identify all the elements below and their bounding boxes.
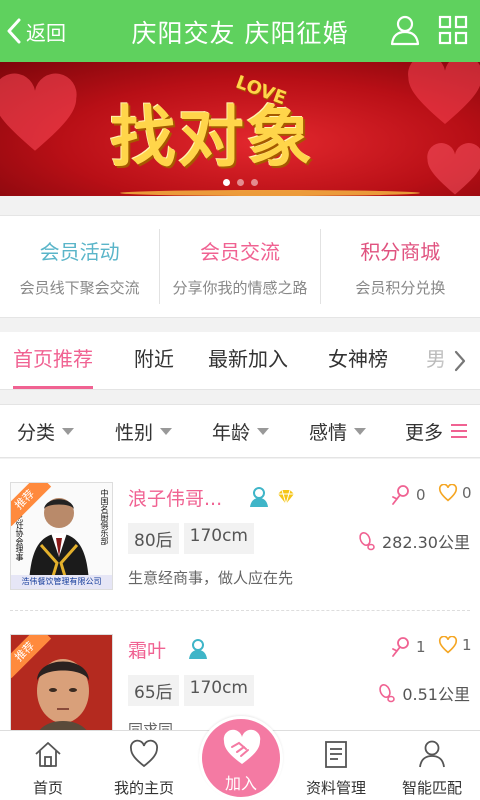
caret-down-icon <box>160 427 173 435</box>
person-icon <box>419 740 445 768</box>
footprint-icon <box>379 684 396 703</box>
heart-decoration-icon <box>0 73 77 151</box>
flower-count-value: 0 <box>416 486 426 504</box>
footprint-icon <box>359 532 375 551</box>
quick-link-subtitle: 会员积分兑换 <box>355 278 446 297</box>
filter-bar: 分类 性别 年龄 感情 更多 <box>0 404 480 458</box>
filter-age[interactable]: 年龄 <box>212 405 270 457</box>
caret-down-icon <box>62 427 75 435</box>
nav-label: 首页 <box>32 779 63 797</box>
filter-category[interactable]: 分类 <box>17 405 75 457</box>
height-tag: 170cm <box>183 523 254 554</box>
carousel-dot[interactable] <box>222 179 230 186</box>
caret-down-icon <box>354 427 367 435</box>
heart-icon <box>130 739 158 768</box>
menu-lines-icon <box>451 424 468 438</box>
caret-down-icon <box>257 427 270 435</box>
distance: 0.51公里 <box>378 681 470 705</box>
banner-swoosh <box>120 190 420 196</box>
member-card[interactable]: 推荐 霜叶 1 1 65后 170cm 0.51公里 同求同 <box>0 611 480 730</box>
height-tag: 170cm <box>183 675 254 706</box>
verified-user-icon <box>189 639 207 659</box>
banner-text: 找对象 <box>110 98 314 176</box>
filter-label: 更多 <box>405 421 444 444</box>
quick-links: 会员活动 会员线下聚会交流 会员交流 分享你我的情感之路 积分商城 会员积分兑换 <box>0 215 480 318</box>
filter-more[interactable]: 更多 <box>405 405 468 457</box>
member-tags: 65后 170cm <box>128 675 254 706</box>
filter-label: 分类 <box>17 421 56 444</box>
photo-caption: 浩伟餐饮管理有限公司 <box>21 577 102 586</box>
join-button[interactable]: 加入 <box>199 716 283 800</box>
flower-icon <box>392 485 409 505</box>
quick-link-activities[interactable]: 会员活动 会员线下聚会交流 <box>0 229 159 304</box>
member-list: 浩伟餐饮管理有限公司 中国名厨俱乐部 烹饪协会理事 推荐 浪子伟哥... 0 0 <box>0 459 480 730</box>
member-photo[interactable]: 推荐 <box>10 634 113 730</box>
quick-link-exchange[interactable]: 会员交流 分享你我的情感之路 <box>159 229 319 304</box>
tab-recommended[interactable]: 首页推荐 <box>13 332 93 389</box>
tab-goddess-ranking[interactable]: 女神榜 <box>328 332 388 389</box>
distance-value: 0.51公里 <box>402 685 470 704</box>
age-tag: 65后 <box>128 675 179 706</box>
nav-profile-management[interactable]: 资料管理 <box>288 731 384 800</box>
age-tag: 80后 <box>128 523 179 554</box>
flower-icon <box>392 637 409 657</box>
nav-label: 智能匹配 <box>401 779 462 797</box>
filter-relationship[interactable]: 感情 <box>309 405 367 457</box>
distance-value: 282.30公里 <box>382 533 470 552</box>
flower-count[interactable]: 0 <box>390 484 426 506</box>
heart-outline-icon <box>438 636 458 654</box>
nav-my-page[interactable]: 我的主页 <box>96 731 192 800</box>
member-name[interactable]: 霜叶 <box>128 636 166 663</box>
verified-user-icon <box>250 487 268 507</box>
photo-caption: 中国名厨俱乐部 <box>100 489 109 545</box>
nav-smart-match[interactable]: 智能匹配 <box>384 731 480 800</box>
like-count[interactable]: 1 <box>438 636 472 654</box>
member-photo[interactable]: 浩伟餐饮管理有限公司 中国名厨俱乐部 烹饪协会理事 推荐 <box>10 482 113 590</box>
tab-nearby[interactable]: 附近 <box>134 332 174 389</box>
member-name[interactable]: 浪子伟哥... <box>128 484 222 511</box>
heart-outline-icon <box>438 484 458 502</box>
top-bar: 返回 庆阳交友 庆阳征婚 <box>0 0 480 62</box>
carousel-dots <box>0 179 480 186</box>
home-icon <box>35 742 61 767</box>
member-card[interactable]: 浩伟餐饮管理有限公司 中国名厨俱乐部 烹饪协会理事 推荐 浪子伟哥... 0 0 <box>0 459 480 611</box>
tabs-scroll-button[interactable] <box>440 332 480 389</box>
flower-count-value: 1 <box>416 638 426 656</box>
quick-link-subtitle: 分享你我的情感之路 <box>172 278 308 297</box>
nav-label: 资料管理 <box>305 779 366 797</box>
handshake-heart-icon <box>223 729 261 764</box>
join-label: 加入 <box>224 774 257 793</box>
vip-diamond-icon <box>278 489 294 505</box>
filter-label: 性别 <box>115 421 154 444</box>
nav-home[interactable]: 首页 <box>0 731 96 800</box>
member-tags: 80后 170cm <box>128 523 254 554</box>
heart-decoration-icon <box>427 143 480 195</box>
filter-gender[interactable]: 性别 <box>115 405 173 457</box>
heart-decoration-icon <box>408 62 480 124</box>
promo-banner[interactable]: LOVE 找对象 <box>0 62 480 196</box>
member-description: 同求同 <box>128 721 174 730</box>
member-description: 生意经商事，做人应在先 <box>128 569 294 587</box>
grid-icon[interactable] <box>437 14 469 46</box>
like-count-value: 1 <box>462 636 472 654</box>
carousel-dot[interactable] <box>236 179 244 186</box>
like-count[interactable]: 0 <box>438 484 472 502</box>
user-icon[interactable] <box>389 14 421 46</box>
flower-count[interactable]: 1 <box>390 636 426 658</box>
quick-link-points-mall[interactable]: 积分商城 会员积分兑换 <box>319 229 480 304</box>
quick-link-subtitle: 会员线下聚会交流 <box>19 278 140 297</box>
quick-link-title: 积分商城 <box>360 239 441 264</box>
carousel-dot[interactable] <box>250 179 258 186</box>
filter-label: 年龄 <box>212 421 251 444</box>
chevron-right-icon <box>454 350 466 371</box>
quick-link-title: 会员活动 <box>39 239 120 264</box>
distance: 282.30公里 <box>358 529 470 553</box>
quick-link-title: 会员交流 <box>199 239 280 264</box>
filter-label: 感情 <box>309 421 348 444</box>
like-count-value: 0 <box>462 484 472 502</box>
nav-label: 我的主页 <box>113 779 174 797</box>
document-icon <box>325 741 347 768</box>
tab-newest[interactable]: 最新加入 <box>208 332 288 389</box>
category-tabs: 首页推荐 附近 最新加入 女神榜 男 <box>0 332 480 390</box>
